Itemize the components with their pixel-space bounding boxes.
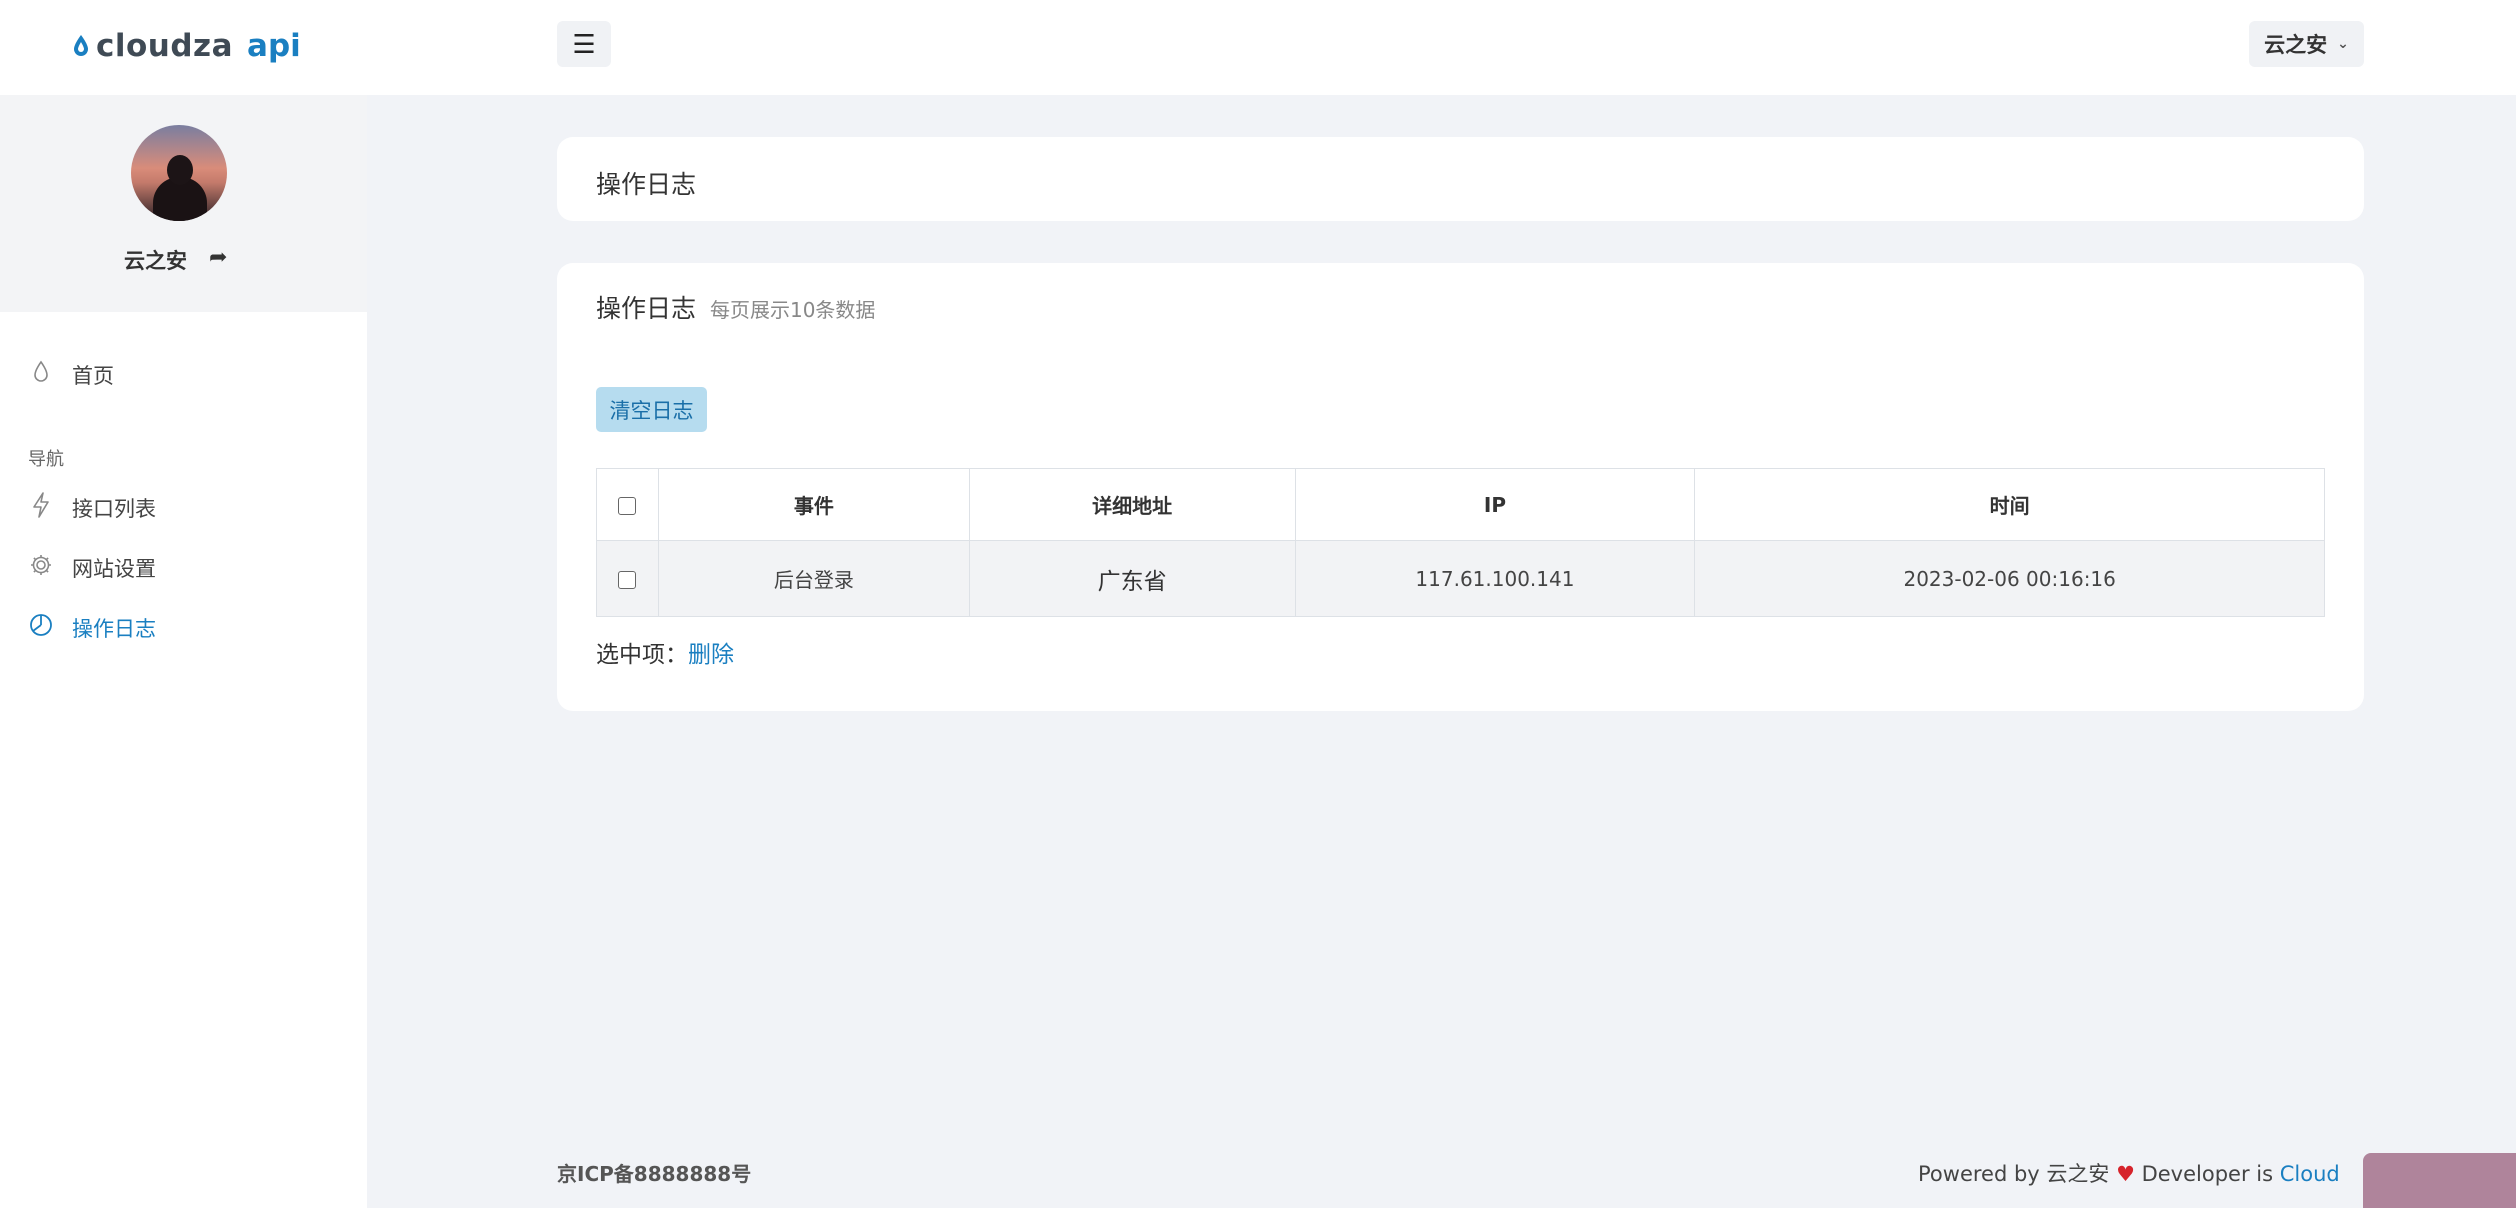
sidebar: 云之安 ➦ 首页 导航 接口列表 网站设置 操作日志 [0, 95, 367, 1208]
log-card-subtitle: 每页展示10条数据 [709, 298, 876, 322]
sidebar-item-label: 操作日志 [72, 617, 156, 641]
brand-name-secondary: api [247, 28, 301, 64]
log-card-header: 操作日志 每页展示10条数据 [596, 289, 875, 325]
page-title: 操作日志 [596, 170, 697, 199]
heart-icon: ♥ [2116, 1162, 2135, 1186]
log-card-title: 操作日志 [596, 294, 697, 323]
row-checkbox[interactable] [618, 571, 637, 589]
row-select-cell [596, 540, 659, 617]
column-header-address: 详细地址 [968, 468, 1296, 541]
chevron-down-icon: ⌄ [2337, 36, 2349, 52]
bolt-icon [28, 492, 54, 524]
select-all-cell [596, 468, 659, 541]
sidebar-item-label: 网站设置 [72, 557, 156, 581]
footer-credits: Powered by 云之安 ♥ Developer is Cloud [1918, 1158, 2340, 1188]
cell-event: 后台登录 [657, 540, 970, 617]
footer-developer-prefix: Developer is [2141, 1162, 2280, 1186]
sidebar-section-label: 导航 [28, 449, 64, 470]
cell-time: 2023-02-06 00:16:16 [1694, 540, 2325, 617]
drop-icon [72, 34, 90, 58]
logout-icon[interactable]: ➦ [209, 245, 227, 270]
top-bar: cloudza api ☰ 云之安 ⌄ [0, 0, 2516, 95]
avatar[interactable] [131, 125, 227, 221]
user-dropdown[interactable]: 云之安 ⌄ [2249, 21, 2364, 67]
table-header-row: 事件 详细地址 IP 时间 [596, 468, 2325, 541]
delete-selected-link[interactable]: 删除 [688, 642, 734, 668]
selected-label: 选中项： [596, 642, 688, 668]
brand-name-primary: cloudza [96, 28, 234, 64]
column-header-event: 事件 [657, 468, 970, 541]
selected-actions: 选中项：删除 [596, 635, 734, 669]
cell-address: 广东省 [968, 540, 1296, 617]
sidebar-item-api-list[interactable]: 接口列表 [28, 490, 156, 526]
pie-icon [28, 613, 54, 643]
sidebar-item-home[interactable]: 首页 [28, 357, 114, 393]
select-all-checkbox[interactable] [618, 497, 637, 515]
drop-outline-icon [28, 360, 54, 390]
sidebar-item-operation-log[interactable]: 操作日志 [28, 610, 156, 646]
table-row: 后台登录 广东省 117.61.100.141 2023-02-06 00:16… [596, 540, 2325, 617]
log-card: 操作日志 每页展示10条数据 清空日志 事件 详细地址 IP 时间 后台登录 广… [557, 263, 2364, 711]
profile-name: 云之安 [124, 249, 187, 273]
watermark-badge [2363, 1153, 2516, 1208]
developer-link[interactable]: Cloud [2280, 1162, 2340, 1186]
cell-ip: 117.61.100.141 [1294, 540, 1696, 617]
clear-log-button[interactable]: 清空日志 [596, 387, 707, 432]
log-table: 事件 详细地址 IP 时间 后台登录 广东省 117.61.100.141 20… [596, 468, 2325, 617]
column-header-time: 时间 [1694, 468, 2325, 541]
sidebar-item-label: 接口列表 [72, 497, 156, 521]
profile-panel: 云之安 ➦ [0, 95, 367, 312]
sidebar-item-site-settings[interactable]: 网站设置 [28, 550, 156, 586]
footer-icp: 京ICP备8888888号 [557, 1162, 752, 1186]
gear-icon [28, 553, 54, 583]
footer-powered-by: Powered by 云之安 [1918, 1162, 2110, 1186]
brand-logo[interactable]: cloudza api [72, 24, 301, 68]
menu-toggle-button[interactable]: ☰ [557, 21, 611, 67]
user-dropdown-label: 云之安 [2264, 33, 2328, 57]
sidebar-item-label: 首页 [72, 364, 114, 388]
page-title-card: 操作日志 [557, 137, 2364, 221]
hamburger-icon: ☰ [572, 28, 596, 59]
column-header-ip: IP [1294, 468, 1696, 541]
